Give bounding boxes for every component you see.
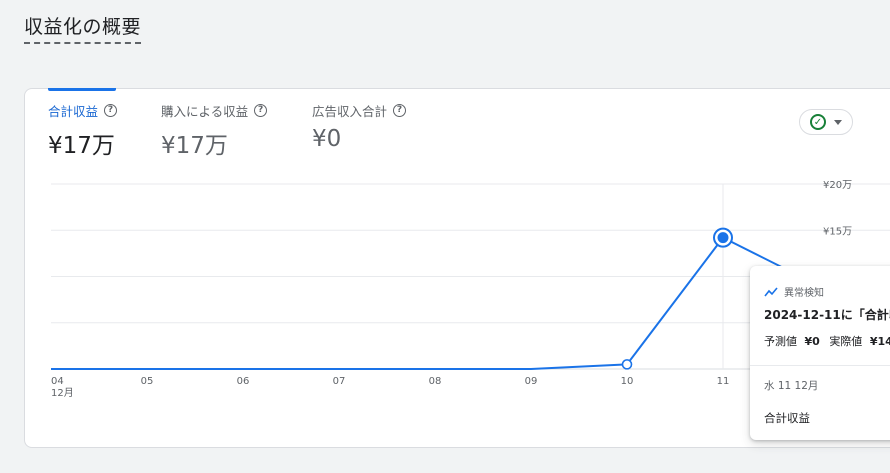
x-tick-label: 06 — [237, 376, 250, 387]
x-tick-label: 04 — [51, 376, 64, 387]
series-line — [51, 236, 820, 370]
highlight-point[interactable] — [717, 232, 729, 244]
x-tick-label: 09 — [525, 376, 538, 387]
x-tick-label: 07 — [333, 376, 346, 387]
actual-label: 実際値 — [829, 335, 863, 348]
x-tick-label: 10 — [621, 376, 634, 387]
predicted-value: ¥0 — [804, 335, 820, 348]
anomaly-label: 異常検知 — [784, 288, 824, 299]
x-tick-label: 05 — [141, 376, 154, 387]
actual-value: ¥14 — [869, 335, 890, 348]
y-tick-label: ¥20万 — [823, 180, 852, 191]
page-title: 収益化の概要 — [24, 12, 142, 44]
x-tick-sublabel: 12月 — [51, 387, 74, 399]
anomaly-tooltip: 異常検知 2024-12-11に「合計収 予測値 ¥0 実際値 ¥14 水 11… — [750, 266, 890, 440]
tooltip-metric-label: 合計収益 — [764, 411, 810, 425]
y-tick-label: ¥15万 — [823, 226, 852, 237]
trend-icon — [764, 286, 778, 296]
tooltip-divider — [750, 365, 890, 366]
x-tick-label: 08 — [429, 376, 442, 387]
anomaly-point[interactable] — [621, 359, 633, 370]
x-tick-label: 11 — [717, 376, 730, 387]
tooltip-title: 2024-12-11に「合計収 — [764, 308, 890, 322]
predicted-label: 予測値 — [764, 335, 797, 348]
tooltip-date: 水 11 12月 — [764, 380, 819, 392]
